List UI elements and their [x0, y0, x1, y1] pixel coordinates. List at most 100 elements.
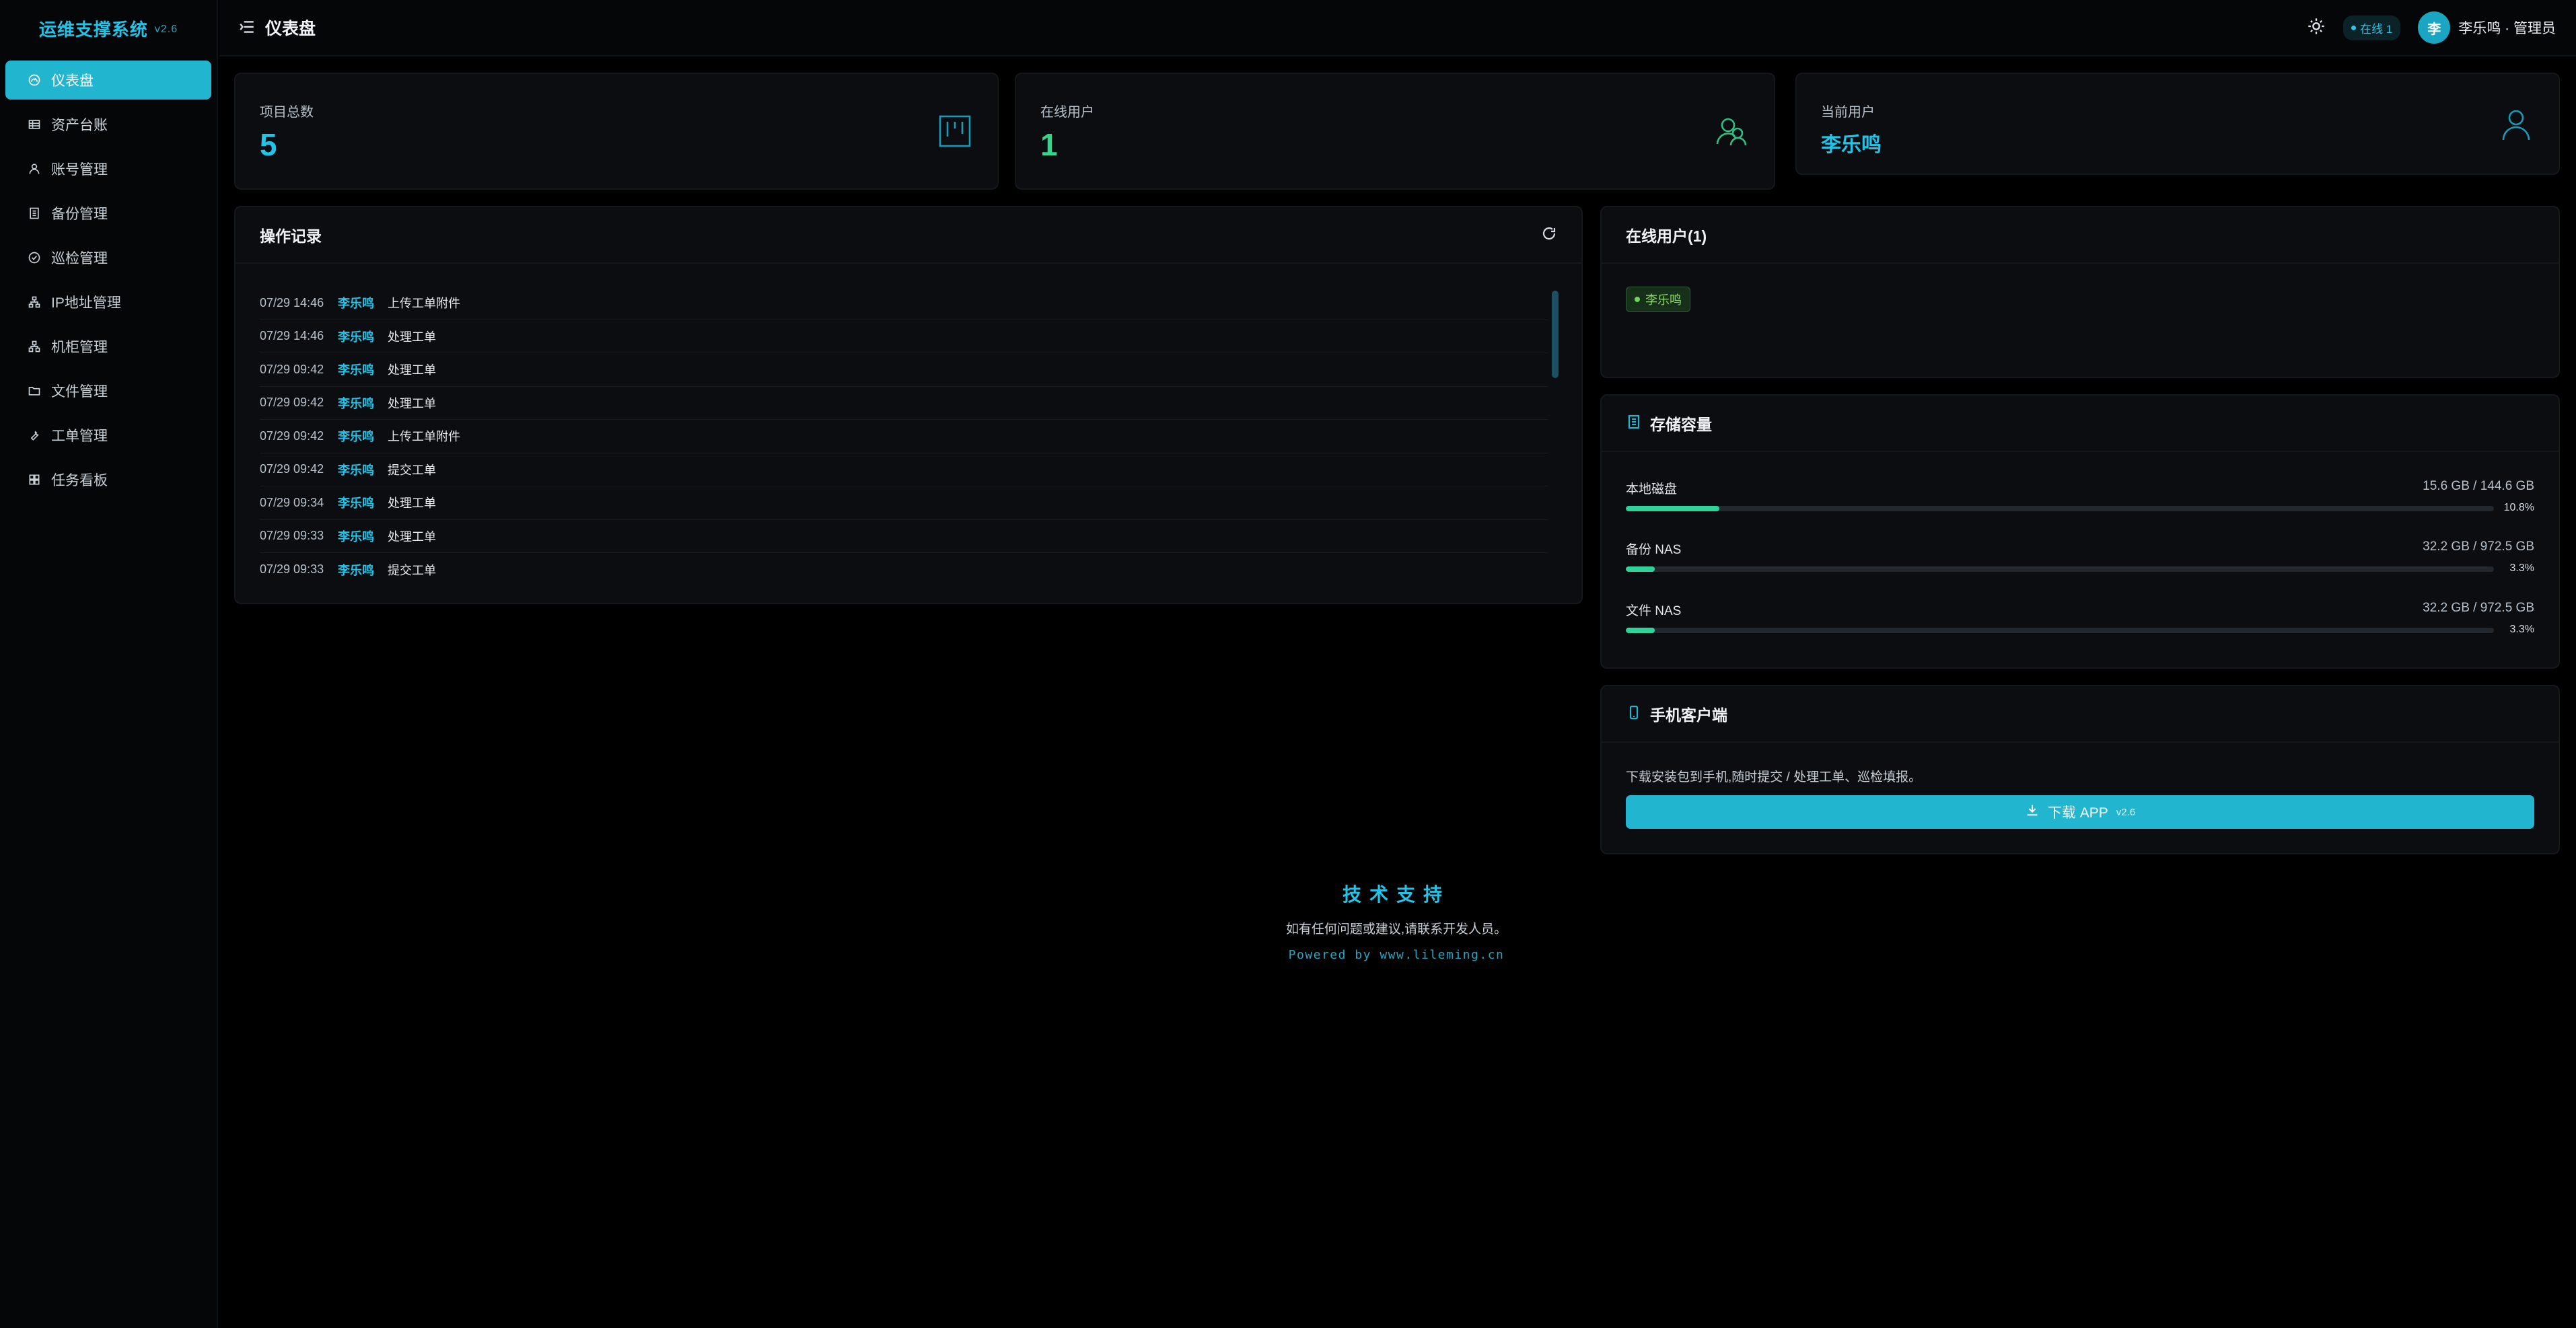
mobile-description: 下载安装包到手机,随时提交 / 处理工单、巡检填报。 [1626, 770, 1922, 784]
log-user: 李乐鸣 [338, 363, 374, 377]
sidebar-item-assets[interactable]: 资产台账 [5, 105, 211, 144]
page-title: 仪表盘 [265, 20, 316, 38]
sidebar-item-label: 机柜管理 [51, 340, 108, 355]
log-user: 李乐鸣 [338, 529, 374, 544]
stat-value: 李乐鸣 [1821, 134, 1882, 156]
grid-icon [27, 472, 42, 487]
stat-card-projects: 项目总数 5 [234, 73, 999, 190]
sidebar-item-backup[interactable]: 备份管理 [5, 194, 211, 233]
sidebar-item-label: 资产台账 [51, 118, 108, 133]
users-icon [1713, 113, 1750, 149]
footer-powered-link[interactable]: Powered by www.lileming.cn [1137, 948, 1655, 962]
log-row: 07/29 09:42 李乐鸣 处理工单 [260, 387, 1548, 420]
online-user-name: 李乐鸣 [1645, 293, 1682, 307]
storage-progress-track [1626, 628, 2494, 633]
operation-log-card: 操作记录 07/29 14:46 李乐鸣 上传工单附件 07/29 14:46 … [234, 206, 1583, 604]
log-row: 07/29 09:33 李乐鸣 提交工单 [260, 553, 1548, 587]
storage-size: 15.6 GB / 144.6 GB [2423, 479, 2534, 493]
log-action: 提交工单 [388, 563, 436, 577]
user-menu[interactable]: 李 李乐鸣 · 管理员 [2418, 11, 2556, 44]
sidebar-item-accounts[interactable]: 账号管理 [5, 149, 211, 188]
card-title: 操作记录 [260, 227, 322, 245]
log-action: 处理工单 [388, 396, 436, 410]
sidebar-item-board[interactable]: 任务看板 [5, 460, 211, 499]
sidebar-item-label: 任务看板 [51, 473, 108, 488]
backup-icon [27, 206, 42, 221]
storage-name: 文件 NAS [1626, 604, 1682, 618]
sidebar-item-inspection[interactable]: 巡检管理 [5, 238, 211, 277]
storage-percent: 10.8% [2503, 502, 2534, 513]
menu-toggle-icon[interactable] [238, 18, 257, 37]
log-time: 07/29 09:33 [260, 562, 324, 577]
card-title: 在线用户(1) [1626, 227, 1707, 245]
log-user: 李乐鸣 [338, 563, 374, 577]
log-user: 李乐鸣 [338, 396, 374, 410]
card-title: 手机客户端 [1650, 706, 1727, 724]
sidebar-item-dashboard[interactable]: 仪表盘 [5, 61, 211, 100]
storage-progress-bar [1626, 628, 1655, 633]
refresh-icon[interactable] [1541, 225, 1557, 245]
network-icon [27, 295, 42, 309]
download-icon [2025, 803, 2040, 821]
log-user: 李乐鸣 [338, 330, 374, 344]
download-button-version: v2.6 [2116, 806, 2136, 818]
sidebar-item-cabinet[interactable]: 机柜管理 [5, 327, 211, 366]
check-circle-icon [27, 250, 42, 265]
wrench-icon [27, 428, 42, 443]
storage-progress-bar [1626, 566, 1655, 572]
download-app-button[interactable]: 下载 APP v2.6 [1626, 795, 2534, 829]
log-scrollbar[interactable] [1552, 291, 1559, 378]
download-button-label: 下载 APP [2047, 805, 2108, 821]
sidebar-item-files[interactable]: 文件管理 [5, 371, 211, 410]
phone-icon [1626, 704, 1642, 724]
log-action: 处理工单 [388, 529, 436, 544]
online-dot-icon [1635, 297, 1640, 302]
storage-size: 32.2 GB / 972.5 GB [2423, 540, 2534, 554]
log-list: 07/29 14:46 李乐鸣 上传工单附件 07/29 14:46 李乐鸣 处… [260, 287, 1548, 587]
storage-progress-track [1626, 566, 2494, 572]
log-time: 07/29 14:46 [260, 295, 324, 309]
app-version: v2.6 [154, 24, 178, 35]
dashboard-icon [27, 73, 42, 87]
online-user-tag[interactable]: 李乐鸣 [1626, 287, 1690, 312]
sun-icon[interactable] [2307, 17, 2326, 39]
log-row: 07/29 14:46 李乐鸣 处理工单 [260, 320, 1548, 353]
storage-row-backup-nas: 备份 NAS 32.2 GB / 972.5 GB 3.3% [1626, 540, 2534, 580]
log-user: 李乐鸣 [338, 430, 374, 444]
storage-name: 本地磁盘 [1626, 482, 1678, 496]
log-time: 07/29 14:46 [260, 329, 324, 343]
log-action: 处理工单 [388, 363, 436, 377]
mobile-client-card: 手机客户端 下载安装包到手机,随时提交 / 处理工单、巡检填报。 下载 APP … [1600, 685, 2560, 854]
log-user: 李乐鸣 [338, 463, 374, 477]
online-badge-text: 在线 1 [2360, 22, 2393, 36]
card-header: 存储容量 [1602, 396, 2559, 452]
footer-subtitle: 如有任何问题或建议,请联系开发人员。 [1285, 922, 1507, 936]
sidebar-item-tickets[interactable]: 工单管理 [5, 416, 211, 455]
log-row: 07/29 09:33 李乐鸣 处理工单 [260, 520, 1548, 553]
stat-label: 项目总数 [260, 105, 314, 120]
storage-percent: 3.3% [2509, 562, 2534, 574]
storage-row-file-nas: 文件 NAS 32.2 GB / 972.5 GB 3.3% [1626, 601, 2534, 641]
footer: 技术支持 如有任何问题或建议,请联系开发人员。 Powered by www.l… [1137, 880, 1655, 962]
table-icon [27, 117, 42, 132]
stat-card-online: 在线用户 1 [1015, 73, 1775, 190]
log-user: 李乐鸣 [338, 496, 374, 511]
sidebar-item-label: IP地址管理 [51, 295, 121, 311]
online-users-card: 在线用户(1) 李乐鸣 [1600, 206, 2560, 378]
storage-row-local: 本地磁盘 15.6 GB / 144.6 GB 10.8% [1626, 479, 2534, 519]
stat-value: 1 [1040, 127, 1058, 162]
sidebar-item-ip[interactable]: IP地址管理 [5, 283, 211, 322]
storage-icon [1626, 414, 1642, 433]
stat-card-current-user: 当前用户 李乐鸣 [1795, 73, 2560, 175]
sidebar-nav: 仪表盘 资产台账 账号管理 备份管理 巡检管理 IP地址管理 机柜管理 文件管理… [0, 57, 217, 509]
user-icon [2498, 106, 2534, 143]
online-count-badge: 在线 1 [2343, 15, 2401, 40]
topbar-right: 在线 1 李 李乐鸣 · 管理员 [2307, 11, 2556, 44]
card-header: 操作记录 [236, 207, 1581, 264]
card-header: 手机客户端 [1602, 686, 2559, 743]
log-time: 07/29 09:33 [260, 529, 324, 543]
kanban-icon [937, 113, 973, 149]
log-time: 07/29 09:42 [260, 396, 324, 410]
card-title: 存储容量 [1650, 416, 1712, 433]
log-row: 07/29 09:42 李乐鸣 处理工单 [260, 353, 1548, 387]
